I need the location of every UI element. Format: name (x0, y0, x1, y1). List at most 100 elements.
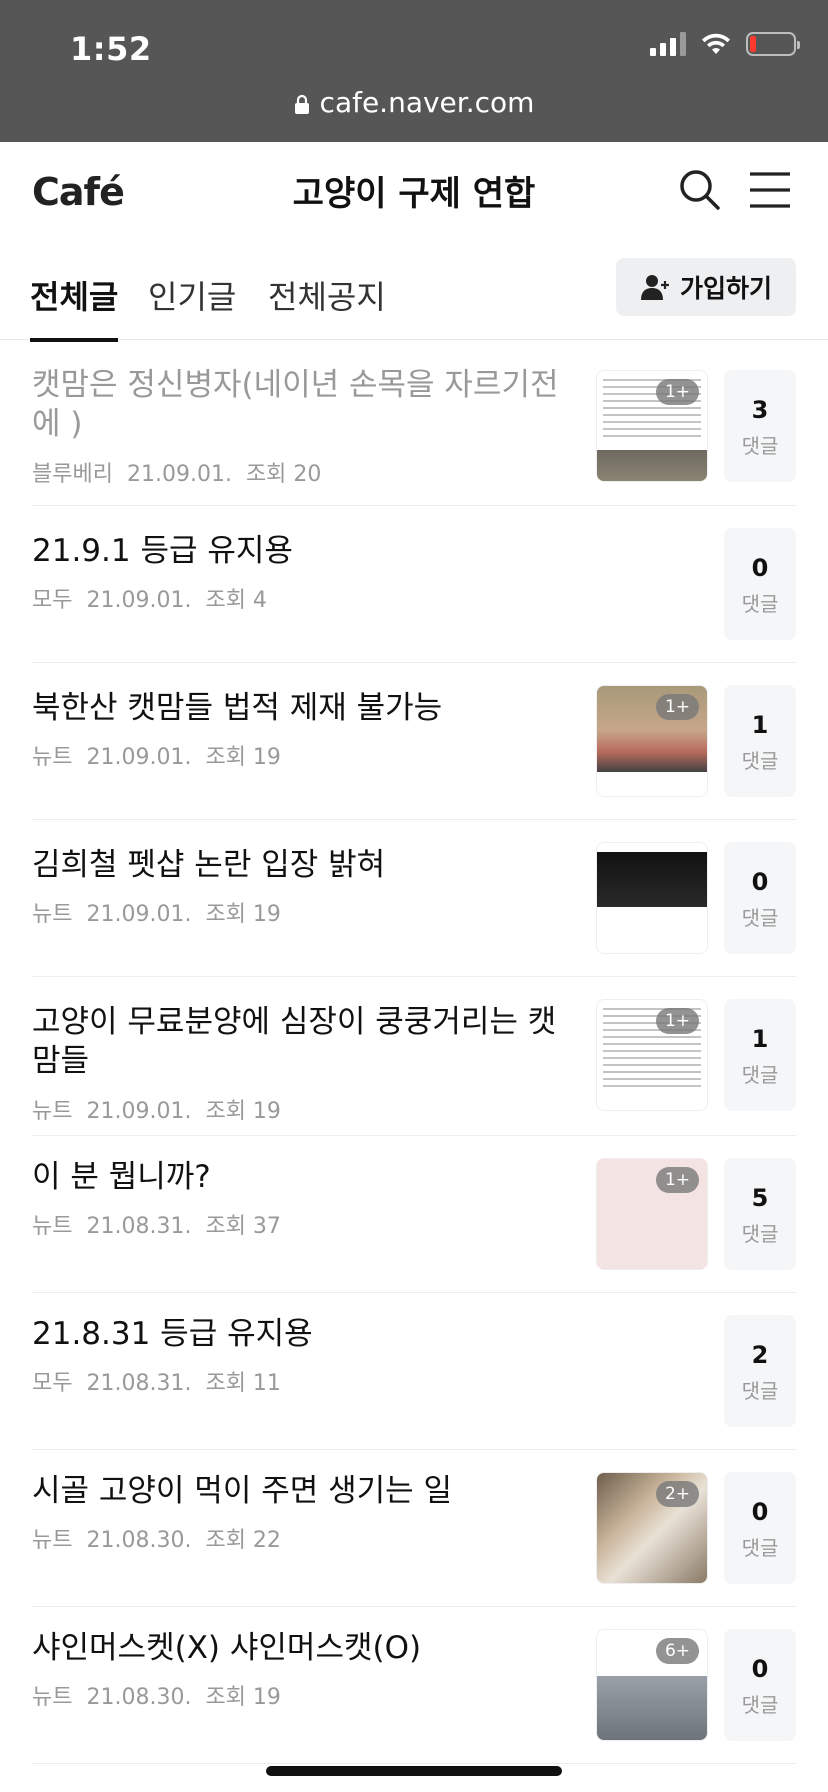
article-author: 뉴트 (32, 1685, 73, 1710)
lock-icon (294, 94, 309, 114)
article-title[interactable]: 고양이 무료분양에 심장이 쿵쿵거리는 캣맘들 (32, 1003, 572, 1081)
article-meta: 뉴트 21.09.01. 조회 19 (32, 896, 295, 928)
list-item[interactable]: 북한산 캣맘들 법적 제재 불가능 뉴트 21.09.01. 조회 19 1+ 1 … (32, 663, 796, 820)
article-views: 조회 19 (205, 902, 281, 927)
article-author: 블루베리 (32, 462, 113, 487)
status-icons (650, 32, 800, 56)
comment-count: 0 (751, 554, 769, 582)
list-item[interactable]: 시골 고양이 먹이 주면 생기는 일 뉴트 21.08.30. 조회 22 2+ 0… (32, 1450, 796, 1607)
article-views: 조회 19 (205, 1099, 281, 1124)
image-count-badge: 6+ (655, 1638, 699, 1664)
url-text: cafe.naver.com (319, 86, 535, 119)
url-bar[interactable]: cafe.naver.com (0, 86, 828, 119)
add-user-icon (640, 275, 669, 300)
comment-count-box[interactable]: 0 댓글 (724, 1629, 796, 1741)
comment-label: 댓글 (741, 1379, 779, 1403)
article-views: 조회 19 (205, 1685, 281, 1710)
article-date: 21.09.01. (126, 462, 232, 487)
list-item[interactable]: 고양이 무료분양에 심장이 쿵쿵거리는 캣맘들 뉴트 21.09.01. 조회 19… (32, 977, 796, 1136)
search-button[interactable] (676, 166, 724, 214)
comment-count-box[interactable]: 3 댓글 (724, 370, 796, 482)
article-meta: 뉴트 21.08.31. 조회 37 (32, 1208, 295, 1240)
image-count-badge: 1+ (655, 379, 699, 405)
article-author: 모두 (32, 1371, 73, 1396)
home-indicator[interactable] (266, 1766, 562, 1776)
list-item[interactable]: 21.8.31 등급 유지용 모두 21.08.31. 조회 11 2 댓글 (32, 1293, 796, 1450)
menu-button[interactable] (746, 166, 794, 214)
article-date: 21.09.01. (86, 902, 192, 927)
article-title[interactable]: 21.8.31 등급 유지용 (32, 1315, 572, 1354)
comment-label: 댓글 (741, 906, 779, 930)
status-bar: 1:52 cafe.naver.com (0, 0, 828, 142)
article-title[interactable]: 샤인머스켓(X) 샤인머스캣(O) (32, 1629, 572, 1668)
article-thumbnail[interactable]: 1+ (596, 370, 708, 482)
comment-count: 1 (751, 1025, 769, 1053)
comment-label: 댓글 (741, 1222, 779, 1246)
article-title[interactable]: 21.9.1 등급 유지용 (32, 532, 572, 571)
article-views: 조회 11 (205, 1371, 281, 1396)
article-views: 조회 19 (205, 745, 281, 770)
comment-count-box[interactable]: 2 댓글 (724, 1315, 796, 1427)
comment-count-box[interactable]: 0 댓글 (724, 1472, 796, 1584)
list-item[interactable]: 샤인머스켓(X) 샤인머스캣(O) 뉴트 21.08.30. 조회 19 6+ 0 … (32, 1607, 796, 1764)
tab-bar: 전체글 인기글 전체공지 가입하기 (0, 242, 828, 342)
article-author: 모두 (32, 588, 73, 613)
article-views: 조회 4 (205, 588, 267, 613)
article-views: 조회 37 (205, 1214, 281, 1239)
article-thumbnail[interactable]: 1+ (596, 685, 708, 797)
list-item[interactable]: 21.9.1 등급 유지용 모두 21.09.01. 조회 4 0 댓글 (32, 506, 796, 663)
article-title[interactable]: 이 분 뭡니까? (32, 1158, 572, 1197)
comment-label: 댓글 (741, 1693, 779, 1717)
comment-label: 댓글 (741, 434, 779, 458)
article-date: 21.08.31. (86, 1371, 192, 1396)
article-thumbnail[interactable]: 1+ (596, 999, 708, 1111)
article-author: 뉴트 (32, 1528, 73, 1553)
article-title[interactable]: 김희철 펫샵 논란 입장 밝혀 (32, 846, 572, 885)
tab-notices[interactable]: 전체공지 (268, 272, 386, 340)
comment-count: 0 (751, 868, 769, 896)
image-count-badge: 2+ (655, 1481, 699, 1507)
comment-count-box[interactable]: 5 댓글 (724, 1158, 796, 1270)
comment-count: 5 (751, 1184, 769, 1212)
join-button-label: 가입하기 (679, 274, 772, 303)
article-title[interactable]: 시골 고양이 먹이 주면 생기는 일 (32, 1472, 572, 1511)
article-views: 조회 22 (205, 1528, 281, 1553)
cafe-header: Café 고양이 구제 연합 (0, 142, 828, 242)
image-count-badge: 1+ (655, 1008, 699, 1034)
comment-count-box[interactable]: 0 댓글 (724, 842, 796, 954)
comment-count: 1 (751, 711, 769, 739)
image-count-badge: 1+ (655, 694, 699, 720)
list-item[interactable]: 캣맘은 정신병자(네이년 손목을 자르기전에 ) 블루베리 21.09.01. 조회… (32, 340, 796, 506)
comment-label: 댓글 (741, 1536, 779, 1560)
comment-label: 댓글 (741, 749, 779, 773)
tab-all-posts[interactable]: 전체글 (30, 272, 119, 342)
wifi-icon (702, 33, 730, 54)
tab-popular[interactable]: 인기글 (148, 272, 236, 340)
comment-label: 댓글 (741, 592, 779, 616)
article-meta: 모두 21.08.31. 조회 11 (32, 1365, 295, 1397)
article-thumbnail[interactable] (596, 842, 708, 954)
hamburger-icon (750, 172, 790, 208)
article-title[interactable]: 캣맘은 정신병자(네이년 손목을 자르기전에 ) (32, 366, 572, 444)
comment-count: 0 (751, 1498, 769, 1526)
list-item[interactable]: 김희철 펫샵 논란 입장 밝혀 뉴트 21.09.01. 조회 19 0 댓글 (32, 820, 796, 977)
article-thumbnail[interactable]: 6+ (596, 1629, 708, 1741)
search-icon (680, 170, 720, 210)
comment-count-box[interactable]: 0 댓글 (724, 528, 796, 640)
article-date: 21.09.01. (86, 1099, 192, 1124)
comment-count-box[interactable]: 1 댓글 (724, 999, 796, 1111)
article-thumbnail[interactable]: 2+ (596, 1472, 708, 1584)
comment-count: 0 (751, 1655, 769, 1683)
article-title[interactable]: 북한산 캣맘들 법적 제재 불가능 (32, 689, 572, 728)
article-date: 21.09.01. (86, 588, 192, 613)
article-meta: 블루베리 21.09.01. 조회 20 (32, 456, 335, 488)
article-author: 뉴트 (32, 1099, 73, 1124)
comment-count: 3 (751, 396, 769, 424)
article-thumbnail[interactable]: 1+ (596, 1158, 708, 1270)
comment-label: 댓글 (741, 1063, 779, 1087)
list-item[interactable]: 이 분 뭡니까? 뉴트 21.08.31. 조회 37 1+ 5 댓글 (32, 1136, 796, 1293)
battery-icon (746, 32, 800, 56)
article-author: 뉴트 (32, 745, 73, 770)
comment-count-box[interactable]: 1 댓글 (724, 685, 796, 797)
join-button[interactable]: 가입하기 (616, 258, 796, 316)
